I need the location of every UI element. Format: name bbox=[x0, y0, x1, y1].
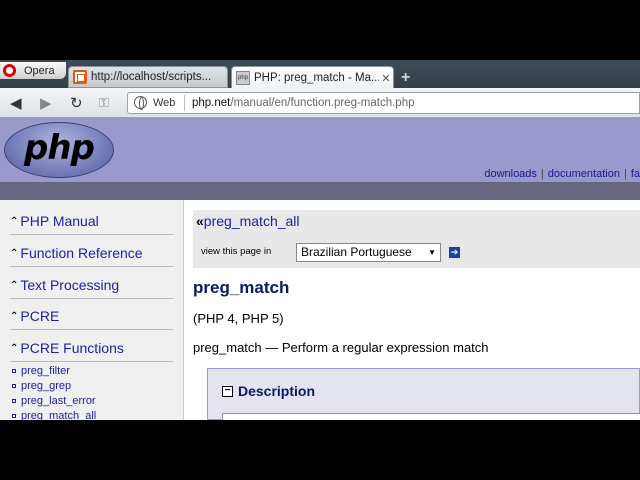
forward-arrow-icon[interactable]: ▶ bbox=[40, 94, 52, 112]
version-info: (PHP 4, PHP 5) bbox=[193, 311, 284, 326]
description-section: − Description bbox=[207, 368, 640, 420]
description-heading: Description bbox=[238, 383, 316, 399]
prev-marker: « bbox=[196, 213, 204, 229]
letterbox-bottom bbox=[0, 420, 640, 480]
sidebar-item-pcre-functions[interactable]: ⌃ PCRE Functions bbox=[10, 335, 173, 362]
browser-chrome: Opera http://localhost/scripts... php PH… bbox=[0, 60, 640, 118]
bullet-icon bbox=[12, 369, 16, 373]
page-nav-box: «preg_match_all view this page in Brazil… bbox=[193, 210, 640, 268]
bullet-icon bbox=[12, 399, 16, 403]
link-documentation[interactable]: documentation bbox=[548, 168, 620, 180]
view-in-label: view this page in bbox=[201, 246, 272, 257]
sidebar-item-pcre[interactable]: ⌃ PCRE bbox=[10, 303, 173, 330]
php-favicon-icon: php bbox=[236, 71, 250, 85]
sidebar-item-label: Text Processing bbox=[20, 277, 120, 293]
chevron-down-icon: ▼ bbox=[428, 248, 436, 257]
description-body bbox=[222, 413, 640, 420]
sidebar-link-preg-filter[interactable]: preg_filter bbox=[12, 365, 70, 377]
link-faq[interactable]: fa bbox=[631, 168, 640, 180]
url-host: php.net bbox=[192, 97, 231, 109]
sidebar-item-php-manual[interactable]: ⌃ PHP Manual bbox=[10, 208, 173, 235]
sidebar-link-preg-last-error[interactable]: preg_last_error bbox=[12, 395, 96, 407]
back-arrow-icon[interactable]: ◀ bbox=[10, 94, 22, 112]
header-strip bbox=[0, 182, 640, 200]
key-icon[interactable]: ⚿ bbox=[99, 95, 109, 111]
caret-up-icon: ⌃ bbox=[10, 247, 19, 259]
main-content: «preg_match_all view this page in Brazil… bbox=[185, 200, 640, 420]
top-nav-links: downloads | documentation | fa bbox=[484, 168, 640, 180]
globe-icon bbox=[134, 96, 147, 110]
divider: | bbox=[623, 168, 627, 180]
url-text[interactable]: php.net/manual/en/function.preg-match.ph… bbox=[192, 97, 415, 109]
sidebar-item-label: PCRE bbox=[20, 308, 60, 324]
opera-menu-label: Opera bbox=[24, 64, 55, 77]
page-title: preg_match bbox=[193, 278, 290, 297]
language-selected: Brazilian Portuguese bbox=[301, 245, 412, 259]
localhost-favicon-icon bbox=[73, 70, 87, 84]
sidebar-item-label: PHP Manual bbox=[20, 213, 99, 229]
caret-up-icon: ⌃ bbox=[10, 279, 19, 291]
php-logo-text: php bbox=[24, 128, 95, 168]
caret-up-icon: ⌃ bbox=[10, 215, 19, 227]
tab-php-preg-match[interactable]: php PHP: preg_match - Ma... ✕ bbox=[231, 66, 394, 89]
language-select[interactable]: Brazilian Portuguese ▼ bbox=[296, 243, 441, 262]
tab-localhost[interactable]: http://localhost/scripts... bbox=[68, 66, 228, 88]
bullet-icon bbox=[12, 384, 16, 388]
sidebar-link-preg-grep[interactable]: preg_grep bbox=[12, 380, 71, 392]
zone-label: Web bbox=[153, 97, 176, 109]
bullet-icon bbox=[12, 414, 16, 418]
sidebar-item-label: Function Reference bbox=[20, 245, 143, 261]
web-page: php downloads | documentation | fa ⌃ PHP Manu… bbox=[0, 118, 640, 420]
prev-link-label: preg_match_all bbox=[203, 213, 300, 229]
letterbox-top bbox=[0, 0, 640, 60]
php-header: php downloads | documentation | fa bbox=[0, 118, 640, 182]
new-tab-button[interactable]: + bbox=[401, 69, 410, 87]
function-summary: preg_match — Perform a regular expressio… bbox=[193, 340, 489, 355]
opera-logo-icon bbox=[3, 64, 16, 77]
tab-strip: Opera http://localhost/scripts... php PH… bbox=[0, 60, 640, 89]
collapse-minus-icon[interactable]: − bbox=[222, 386, 233, 397]
caret-up-icon: ⌃ bbox=[10, 310, 19, 322]
sidebar-link-label: preg_match_all bbox=[21, 410, 97, 420]
sidebar-link-preg-match-all[interactable]: preg_match_all bbox=[12, 410, 96, 420]
close-tab-icon[interactable]: ✕ bbox=[379, 72, 393, 85]
tab-label: PHP: preg_match - Ma... bbox=[254, 72, 379, 84]
address-separator bbox=[184, 95, 185, 111]
sidebar-link-label: preg_filter bbox=[21, 365, 70, 377]
prev-page-link[interactable]: «preg_match_all bbox=[196, 213, 300, 229]
sidebar-link-label: preg_last_error bbox=[21, 395, 96, 407]
url-path: /manual/en/function.preg-match.php bbox=[230, 97, 415, 109]
address-field[interactable]: Web php.net/manual/en/function.preg-matc… bbox=[127, 92, 640, 114]
reload-icon[interactable]: ↻ bbox=[70, 94, 83, 112]
caret-up-icon: ⌃ bbox=[10, 342, 19, 354]
opera-menu-button[interactable]: Opera bbox=[0, 62, 66, 79]
sidebar-item-text-processing[interactable]: ⌃ Text Processing bbox=[10, 272, 173, 299]
address-toolbar: ◀ ▶ ↻ ⚿ Web php.net/manual/en/function.p… bbox=[0, 88, 640, 118]
sidebar-link-label: preg_grep bbox=[21, 380, 72, 392]
link-downloads[interactable]: downloads bbox=[484, 168, 537, 180]
sidebar-item-function-reference[interactable]: ⌃ Function Reference bbox=[10, 240, 173, 267]
php-logo[interactable]: php bbox=[4, 122, 114, 178]
tab-label: http://localhost/scripts... bbox=[91, 71, 212, 83]
divider: | bbox=[540, 168, 544, 180]
sidebar-item-label: PCRE Functions bbox=[20, 340, 124, 356]
go-arrow-button[interactable]: ➔ bbox=[449, 247, 460, 258]
sidebar: ⌃ PHP Manual ⌃ Function Reference ⌃ Text Pr… bbox=[0, 200, 184, 420]
